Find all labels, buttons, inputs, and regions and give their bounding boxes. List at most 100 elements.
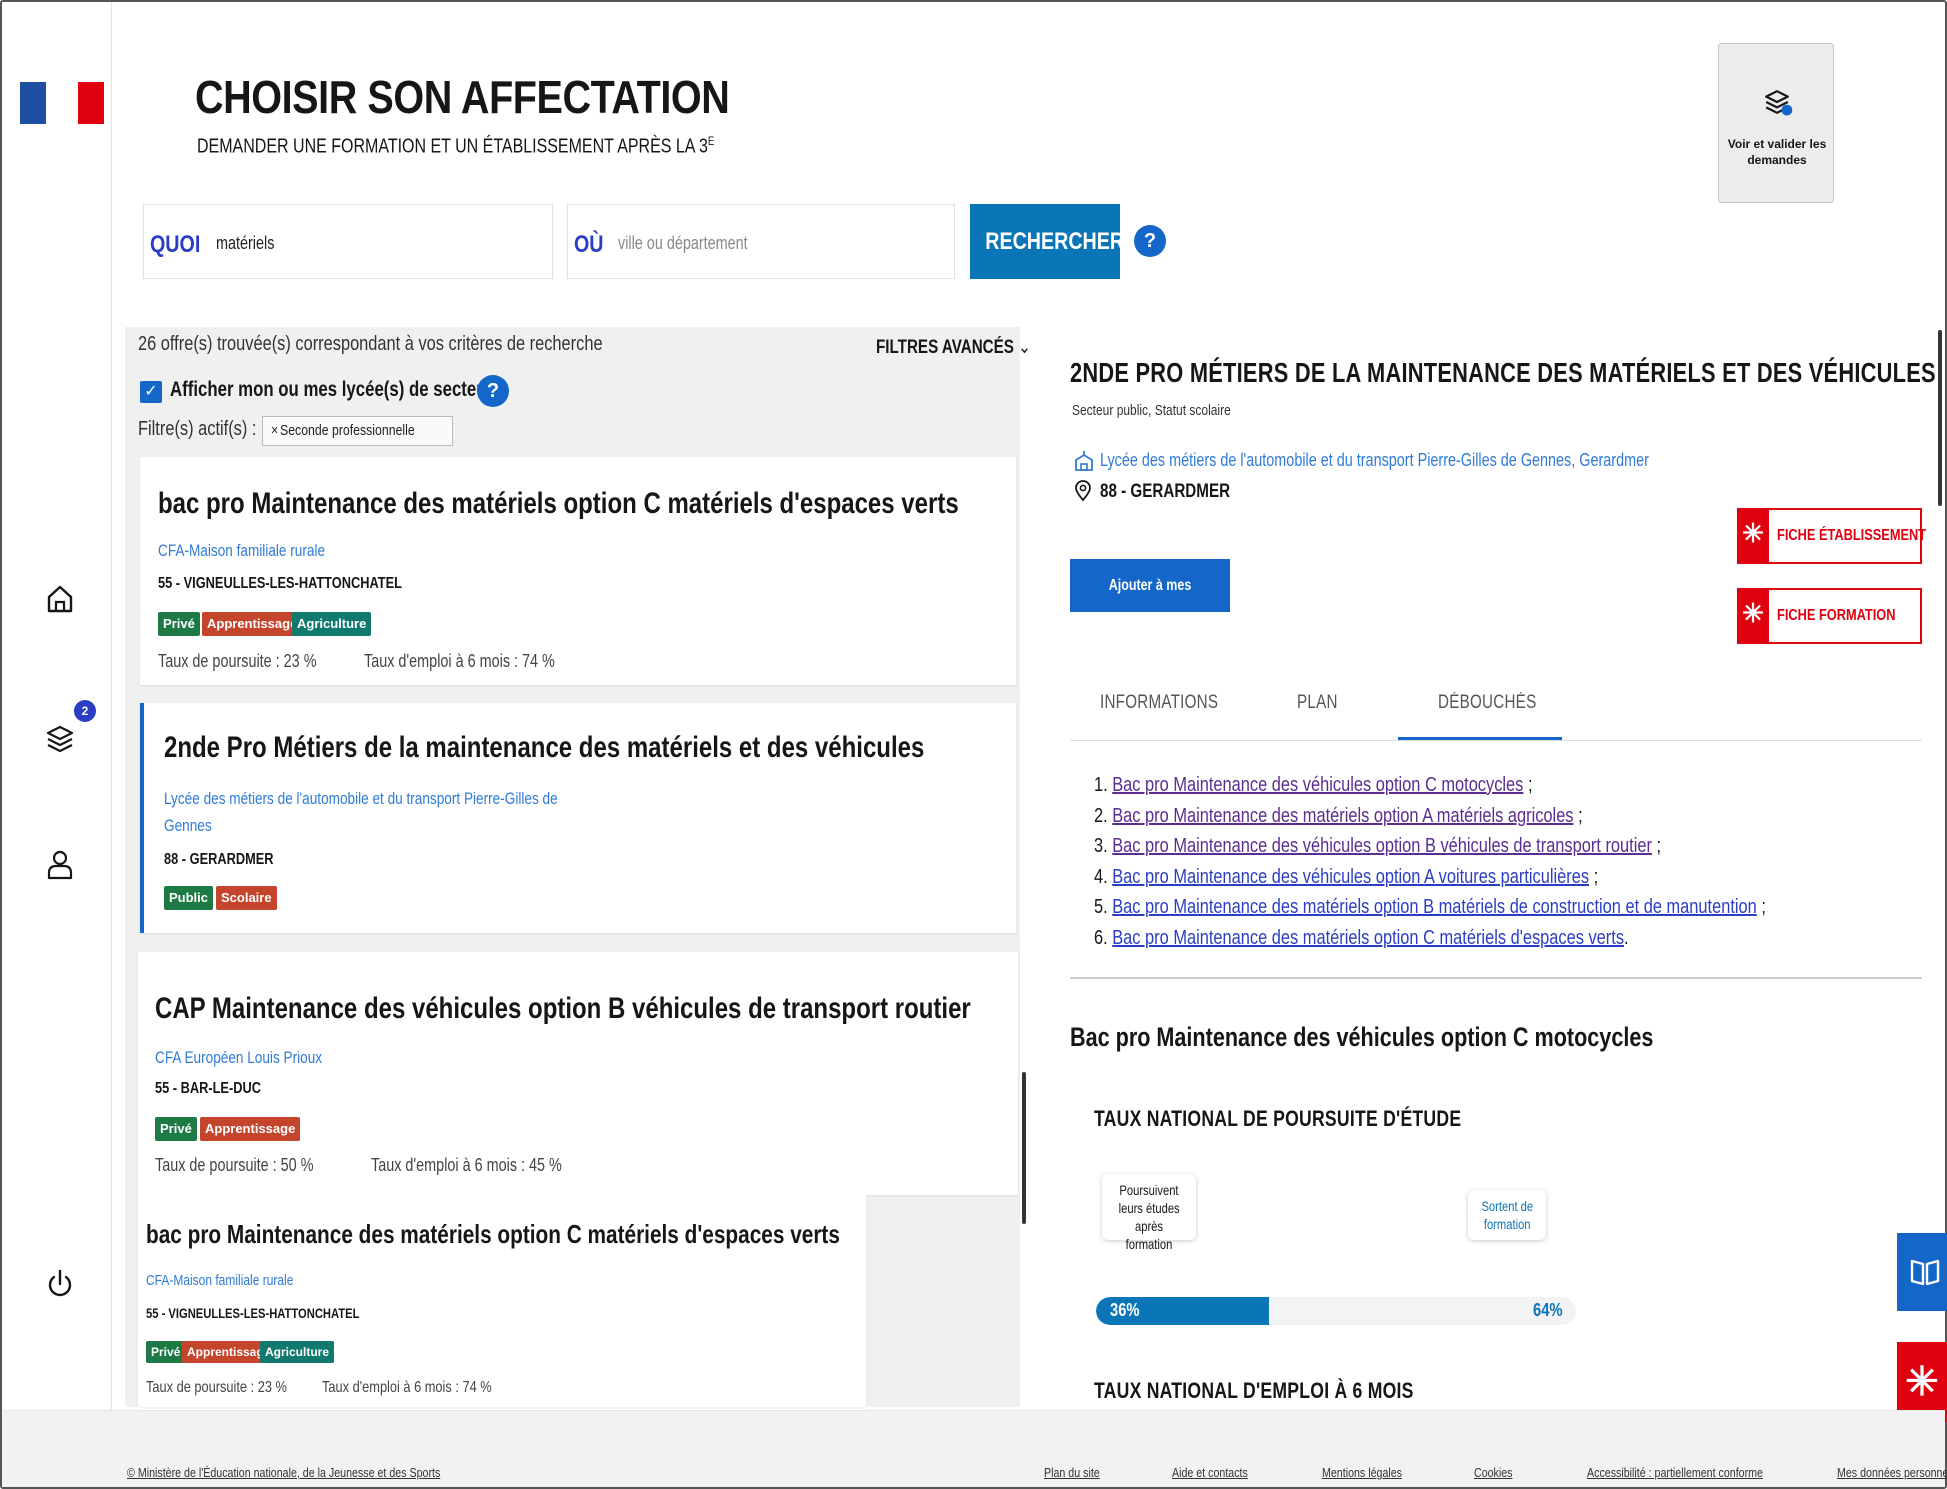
search-button[interactable]: RECHERCHER [970, 204, 1124, 279]
quoi-input[interactable]: matériels [216, 233, 274, 254]
book-icon [1910, 1259, 1940, 1286]
taux-poursuite: Taux de poursuite : 23 % [146, 1379, 287, 1396]
debouche-link[interactable]: Bac pro Maintenance des véhicules option… [1112, 866, 1589, 888]
fiche-formation-button[interactable]: ✳ FICHE FORMATION [1737, 588, 1922, 644]
logout-icon[interactable] [40, 1264, 80, 1304]
poursuite-bar: 36% [1096, 1297, 1576, 1325]
detail-lycee-link[interactable]: Lycée des métiers de l'automobile et du … [1100, 450, 1649, 471]
sector-help-icon[interactable]: ? [477, 375, 509, 407]
debouche-link[interactable]: Bac pro Maintenance des matériels option… [1112, 805, 1573, 827]
result-school[interactable]: CFA-Maison familiale rurale [146, 1267, 293, 1294]
view-validate-label: Voir et valider les demandes [1727, 137, 1827, 167]
onisep-logo-icon: ✳ [1737, 508, 1769, 564]
result-school[interactable]: CFA-Maison familiale rurale [158, 537, 325, 564]
user-icon[interactable] [40, 845, 80, 885]
result-title: bac pro Maintenance des matériels option… [146, 1219, 840, 1249]
tag-public: Public [164, 886, 214, 910]
debouche-link[interactable]: Bac pro Maintenance des véhicules option… [1112, 774, 1523, 796]
debouches-list: 1. Bac pro Maintenance des véhicules opt… [1094, 770, 1766, 953]
bubble-poursuivent: Poursuivent leurs études après formation [1102, 1174, 1196, 1252]
left-nav: 2 [2, 2, 112, 1410]
tag-agriculture: Agriculture [292, 612, 372, 636]
tab-informations[interactable]: INFORMATIONS [1100, 692, 1218, 714]
guide-button[interactable] [1897, 1233, 1947, 1311]
list-item: 1. Bac pro Maintenance des véhicules opt… [1094, 774, 1533, 796]
tag-apprentissage: Apprentissage [200, 1117, 301, 1141]
list-item: 5. Bac pro Maintenance des matériels opt… [1094, 896, 1766, 918]
sortie-pct: 64% [1533, 1300, 1563, 1320]
debouche-link[interactable]: Bac pro Maintenance des véhicules option… [1112, 835, 1652, 857]
add-to-requests-button[interactable]: Ajouter à mes demandes [1070, 559, 1230, 647]
result-school[interactable]: Lycée des métiers de l'automobile et du … [164, 785, 558, 839]
result-title: bac pro Maintenance des matériels option… [158, 487, 959, 520]
republique-logo[interactable] [20, 82, 104, 124]
tag-prive: Privé [158, 612, 200, 636]
quoi-field[interactable]: QUOI matériels [143, 204, 553, 279]
search-help-icon[interactable]: ? [1134, 225, 1166, 257]
ou-field[interactable]: OÙ ville ou département [567, 204, 955, 279]
page-title: CHOISIR SON AFFECTATION [195, 71, 730, 123]
taux-emploi: Taux d'emploi à 6 mois : 74 % [364, 651, 555, 671]
results-scrollbar[interactable] [1022, 1072, 1026, 1224]
taux-poursuite: Taux de poursuite : 50 % [155, 1155, 314, 1175]
result-title: 2nde Pro Métiers de la maintenance des m… [164, 731, 925, 764]
result-place: 88 - GERARDMER [164, 851, 274, 868]
result-card[interactable]: bac pro Maintenance des matériels option… [140, 457, 1016, 685]
active-tab-indicator [1398, 737, 1562, 740]
result-school[interactable]: CFA Européen Louis Prioux [155, 1044, 322, 1071]
fiche-etablissement-button[interactable]: ✳ FICHE ÉTABLISSEMENT [1737, 508, 1926, 564]
tab-debouches[interactable]: DÉBOUCHÉS [1438, 692, 1536, 714]
result-place: 55 - BAR-LE-DUC [155, 1080, 261, 1097]
onisep-logo-icon: ✳ [1905, 1360, 1939, 1404]
sector-checkbox-label: Afficher mon ou mes lycée(s) de secteur [170, 378, 494, 401]
active-filters-label: Filtre(s) actif(s) : [138, 418, 257, 440]
tag-agriculture: Agriculture [260, 1341, 335, 1363]
emploi-section-title: TAUX NATIONAL D'EMPLOI À 6 MOIS [1094, 1378, 1414, 1403]
detail-scrollbar[interactable] [1938, 330, 1942, 506]
chevron-down-icon: ⌄ [1018, 337, 1031, 358]
ou-input[interactable]: ville ou département [618, 233, 748, 254]
debouche-link[interactable]: Bac pro Maintenance des matériels option… [1112, 927, 1624, 949]
debouche-link[interactable]: Bac pro Maintenance des matériels option… [1112, 896, 1757, 918]
footer-copyright[interactable]: © Ministère de l'Éducation nationale, de… [127, 1465, 440, 1480]
home-icon[interactable] [40, 579, 80, 619]
advanced-filters-toggle[interactable]: FILTRES AVANCÉS ⌄ [876, 336, 1031, 359]
footer-donnees-personnelles[interactable]: Mes données personnelles [1837, 1465, 1947, 1480]
section-divider [1070, 977, 1922, 979]
quoi-label: QUOI [150, 231, 201, 258]
selected-debouche-title: Bac pro Maintenance des véhicules option… [1070, 1022, 1654, 1052]
result-place: 55 - VIGNEULLES-LES-HATTONCHATEL [146, 1305, 360, 1321]
result-card[interactable]: CAP Maintenance des véhicules option B v… [138, 952, 1018, 1195]
result-card[interactable]: bac pro Maintenance des matériels option… [138, 1195, 866, 1407]
list-item: 2. Bac pro Maintenance des matériels opt… [1094, 804, 1583, 827]
bubble-sortent: Sortent de formation [1468, 1190, 1546, 1240]
onisep-logo-icon: ✳ [1737, 588, 1769, 644]
poursuite-pct: 36% [1110, 1300, 1140, 1320]
requests-count-badge: 2 [74, 700, 96, 722]
page-subtitle: DEMANDER UNE FORMATION ET UN ÉTABLISSEME… [197, 134, 715, 158]
tab-plan[interactable]: PLAN [1297, 692, 1338, 714]
layers-info-icon [1765, 90, 1793, 116]
tag-prive: Privé [146, 1341, 186, 1363]
layers-icon[interactable] [40, 719, 80, 759]
footer-mentions-legales[interactable]: Mentions légales [1322, 1465, 1402, 1480]
tag-prive: Privé [155, 1117, 197, 1141]
result-place: 55 - VIGNEULLES-LES-HATTONCHATEL [158, 575, 402, 592]
sector-checkbox[interactable]: ✓ [140, 381, 162, 403]
footer-plan-du-site[interactable]: Plan du site [1044, 1465, 1100, 1480]
detail-title: 2NDE PRO MÉTIERS DE LA MAINTENANCE DES M… [1070, 357, 1936, 388]
result-card-selected[interactable]: 2nde Pro Métiers de la maintenance des m… [140, 703, 1016, 933]
footer-accessibilite[interactable]: Accessibilité : partiellement conforme [1587, 1465, 1763, 1480]
footer-cookies[interactable]: Cookies [1474, 1465, 1513, 1480]
footer-aide-contacts[interactable]: Aide et contacts [1172, 1465, 1248, 1480]
close-icon[interactable]: × [271, 417, 278, 445]
tag-scolaire: Scolaire [216, 886, 277, 910]
list-item: 3. Bac pro Maintenance des véhicules opt… [1094, 835, 1662, 857]
school-icon [1075, 451, 1093, 471]
taux-emploi: Taux d'emploi à 6 mois : 45 % [371, 1155, 562, 1175]
list-item: 6. Bac pro Maintenance des matériels opt… [1094, 926, 1629, 949]
view-validate-requests-button[interactable]: Voir et valider les demandes [1718, 43, 1834, 203]
active-filter-chip[interactable]: × Seconde professionnelle [262, 416, 454, 446]
ou-label: OÙ [574, 231, 604, 258]
taux-poursuite: Taux de poursuite : 23 % [158, 651, 317, 671]
